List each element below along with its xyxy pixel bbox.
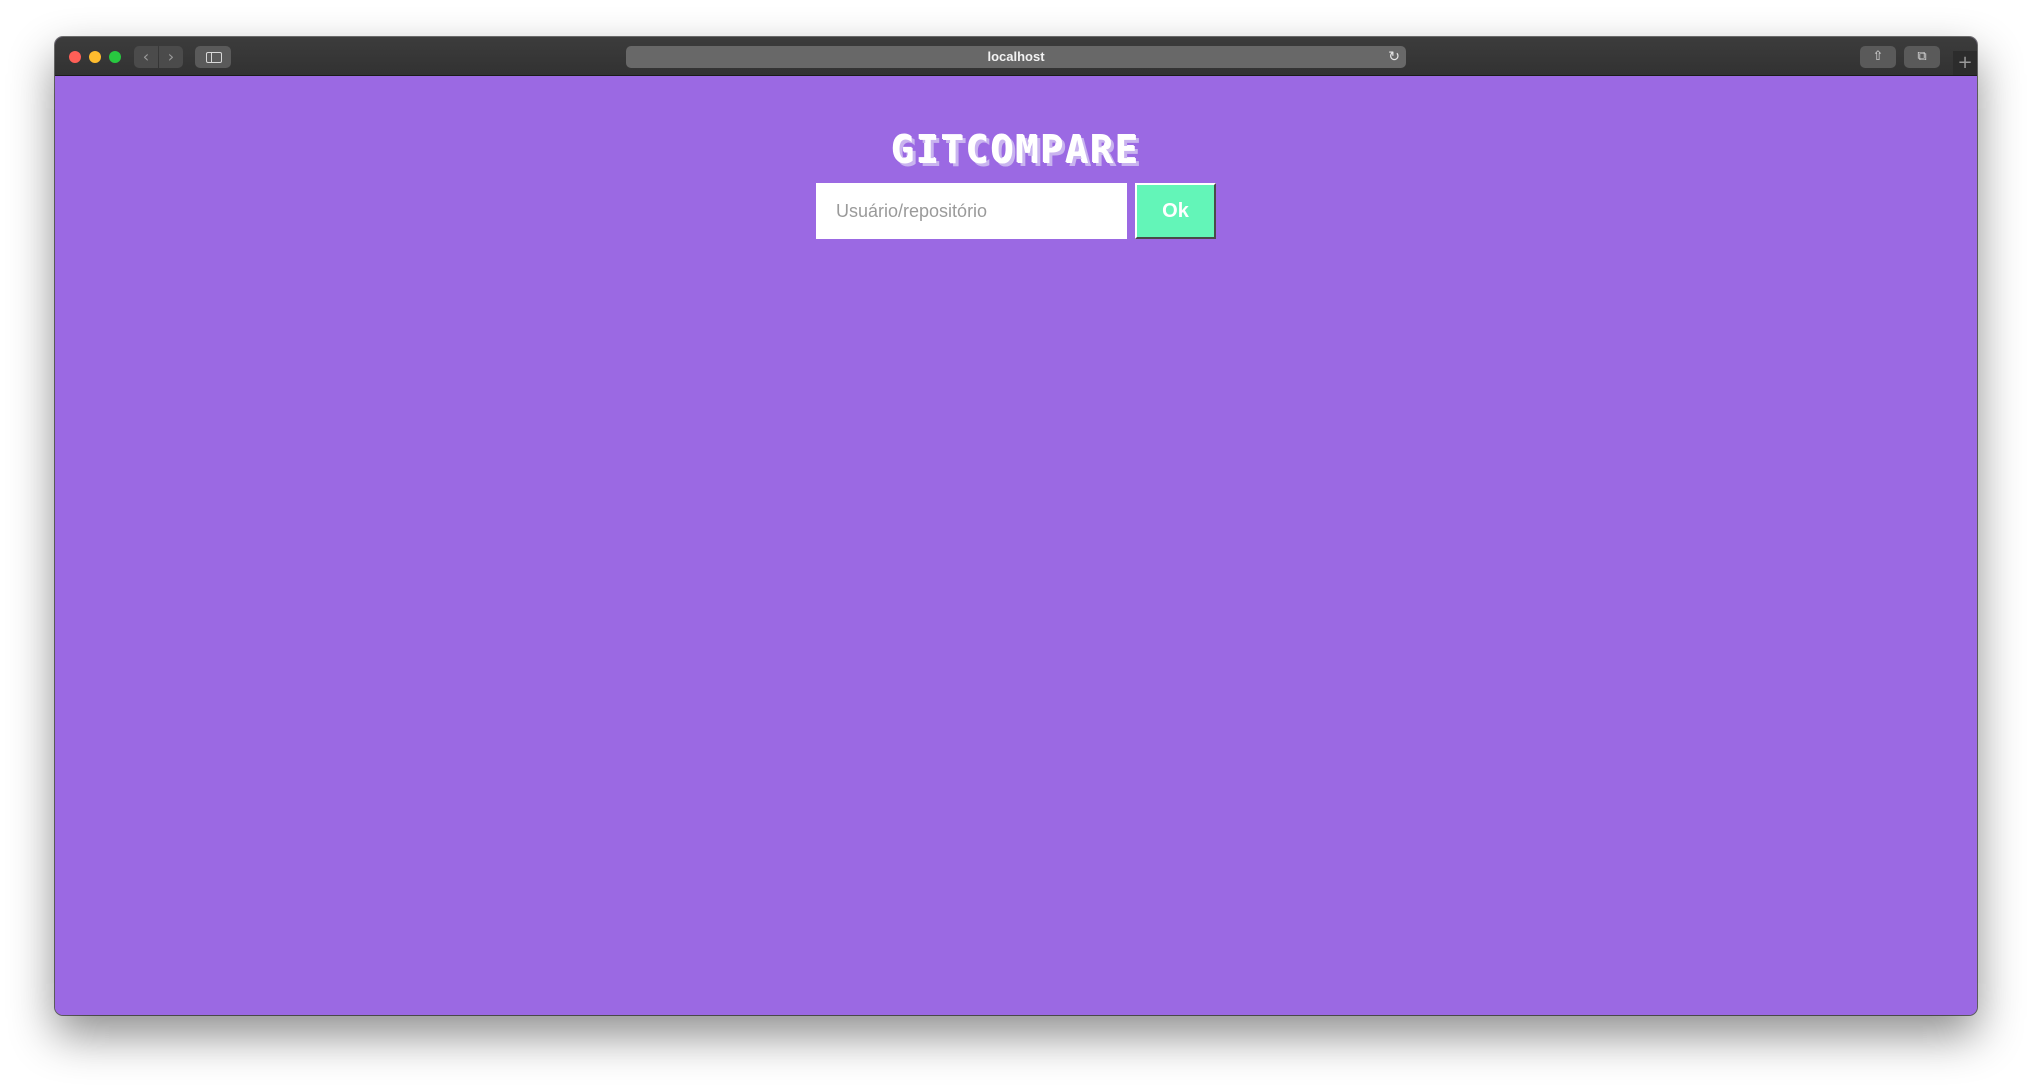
minimize-window-icon[interactable] — [89, 51, 101, 63]
repository-input[interactable] — [816, 183, 1127, 239]
browser-titlebar: ‹ › localhost ↻ ⇧ ⧉ + — [55, 37, 1977, 76]
app-logo-title: GITCOMPARE — [891, 128, 1141, 172]
share-icon: ⇧ — [1872, 49, 1884, 64]
plus-icon: + — [1957, 52, 1973, 73]
reload-icon[interactable]: ↻ — [1388, 46, 1400, 68]
forward-button[interactable]: › — [159, 46, 183, 68]
address-bar-url: localhost — [987, 49, 1045, 64]
close-window-icon[interactable] — [69, 51, 81, 63]
browser-window: ‹ › localhost ↻ ⇧ ⧉ + GITCOMPARE Ok — [55, 37, 1977, 1015]
chevron-right-icon: › — [167, 47, 175, 66]
new-tab-button[interactable]: + — [1953, 51, 1977, 75]
repository-search-form: Ok — [816, 183, 1216, 239]
sidebar-icon — [206, 52, 222, 63]
chevron-left-icon: ‹ — [142, 47, 150, 66]
tabs-overview-icon: ⧉ — [1917, 49, 1927, 64]
sidebar-toggle-button[interactable] — [195, 46, 231, 68]
back-button[interactable]: ‹ — [134, 46, 158, 68]
page-content: GITCOMPARE Ok — [55, 76, 1977, 1015]
tabs-overview-button[interactable]: ⧉ — [1904, 46, 1940, 68]
address-bar[interactable]: localhost ↻ — [626, 46, 1406, 68]
share-button[interactable]: ⇧ — [1860, 46, 1896, 68]
ok-button[interactable]: Ok — [1135, 183, 1216, 239]
maximize-window-icon[interactable] — [109, 51, 121, 63]
